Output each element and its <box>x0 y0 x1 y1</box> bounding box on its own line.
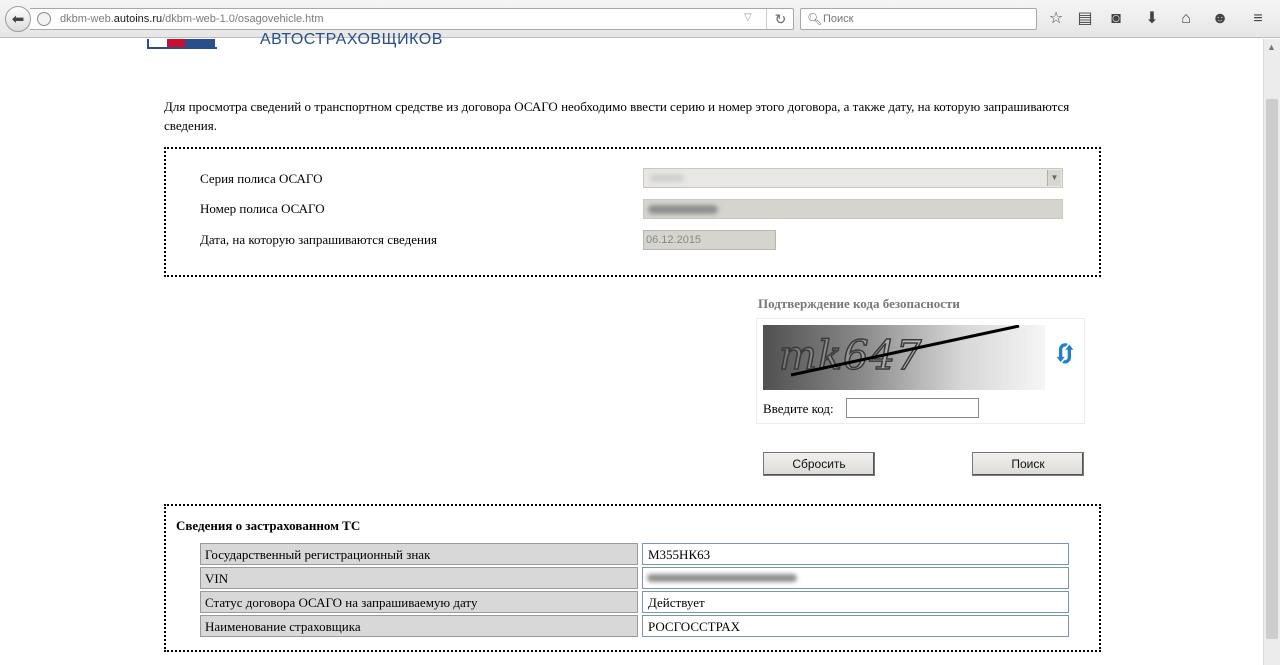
result-panel: Сведения о застрахованном ТС Государстве… <box>164 504 1101 652</box>
row-value: РОСГОССТРАХ <box>642 615 1069 637</box>
table-row: VIN <box>200 567 1069 589</box>
scrollbar-thumb[interactable] <box>1266 99 1278 639</box>
chevron-down-icon[interactable]: ▼ <box>1047 170 1061 186</box>
row-value <box>642 567 1069 589</box>
page-scrollbar[interactable]: ▲ <box>1263 39 1280 665</box>
redacted-vin <box>647 574 797 582</box>
captcha-strike-line <box>790 325 1020 377</box>
table-row: Наименование страховщика РОСГОССТРАХ <box>200 615 1069 637</box>
series-select[interactable]: ▼ <box>643 168 1063 188</box>
scroll-up-icon[interactable]: ▲ <box>1267 42 1276 52</box>
policy-form: Серия полиса ОСАГО ▼ Номер полиса ОСАГО … <box>164 147 1101 277</box>
date-input[interactable]: 06.12.2015 <box>643 230 776 250</box>
captcha-code-input[interactable] <box>846 398 979 418</box>
row-label: VIN <box>200 567 638 589</box>
row-label: Статус договора ОСАГО на запрашиваемую д… <box>200 591 638 613</box>
menu-icon[interactable]: ≡ <box>1248 8 1268 30</box>
url-text[interactable]: dkbm-web.autoins.ru/dkbm-web-1.0/osagove… <box>60 13 324 25</box>
reading-list-icon[interactable]: ▤ <box>1075 8 1095 30</box>
rsa-logo <box>147 39 217 49</box>
date-label: Дата, на которую запрашиваются сведения <box>200 232 437 247</box>
browser-toolbar: dkbm-web.autoins.ru/dkbm-web-1.0/osagove… <box>0 0 1280 38</box>
row-value: Действует <box>642 591 1069 613</box>
number-input[interactable] <box>643 199 1063 219</box>
org-name: АВТОСТРАХОВЩИКОВ <box>260 31 443 48</box>
pocket-icon[interactable]: ◙ <box>1106 8 1126 30</box>
number-label: Номер полиса ОСАГО <box>200 201 325 216</box>
row-label: Государственный регистрационный знак <box>200 543 638 565</box>
download-icon[interactable]: ⬇ <box>1142 8 1162 30</box>
table-row: Статус договора ОСАГО на запрашиваемую д… <box>200 591 1069 613</box>
address-bar[interactable]: dkbm-web.autoins.ru/dkbm-web-1.0/osagove… <box>30 8 794 30</box>
captcha-title: Подтверждение кода безопасности <box>758 296 960 311</box>
search-input[interactable] <box>823 11 1023 27</box>
captcha-image: mk647 <box>763 325 1045 390</box>
back-button[interactable]: ⬅ <box>5 6 31 32</box>
intro-text: Для просмотра сведений о транспортном ср… <box>164 99 1070 133</box>
captcha-panel: mk647 🔄︎ Введите код: <box>756 318 1085 424</box>
row-value: М355НК63 <box>642 543 1069 565</box>
result-title: Сведения о застрахованном ТС <box>176 518 361 533</box>
reload-icon[interactable]: ↻ <box>766 9 794 29</box>
table-row: Государственный регистрационный знак М35… <box>200 543 1069 565</box>
globe-icon <box>37 12 51 26</box>
refresh-icon[interactable]: 🔄︎ <box>1053 343 1077 367</box>
home-icon[interactable]: ⌂ <box>1176 8 1196 30</box>
search-button[interactable]: Поиск <box>972 452 1084 476</box>
search-bar[interactable]: 🔍︎ <box>800 8 1037 30</box>
row-label: Наименование страховщика <box>200 615 638 637</box>
search-icon: 🔍︎ <box>807 12 823 26</box>
series-label: Серия полиса ОСАГО <box>200 171 323 186</box>
redacted-number <box>648 205 718 214</box>
star-icon[interactable]: ☆ <box>1046 8 1066 30</box>
reset-button[interactable]: Сбросить <box>763 452 875 476</box>
back-icon: ⬅ <box>11 11 25 28</box>
code-label: Введите код: <box>763 401 834 416</box>
chat-icon[interactable]: ☻ <box>1210 8 1230 30</box>
dropdown-icon[interactable]: ▽ <box>744 12 752 23</box>
